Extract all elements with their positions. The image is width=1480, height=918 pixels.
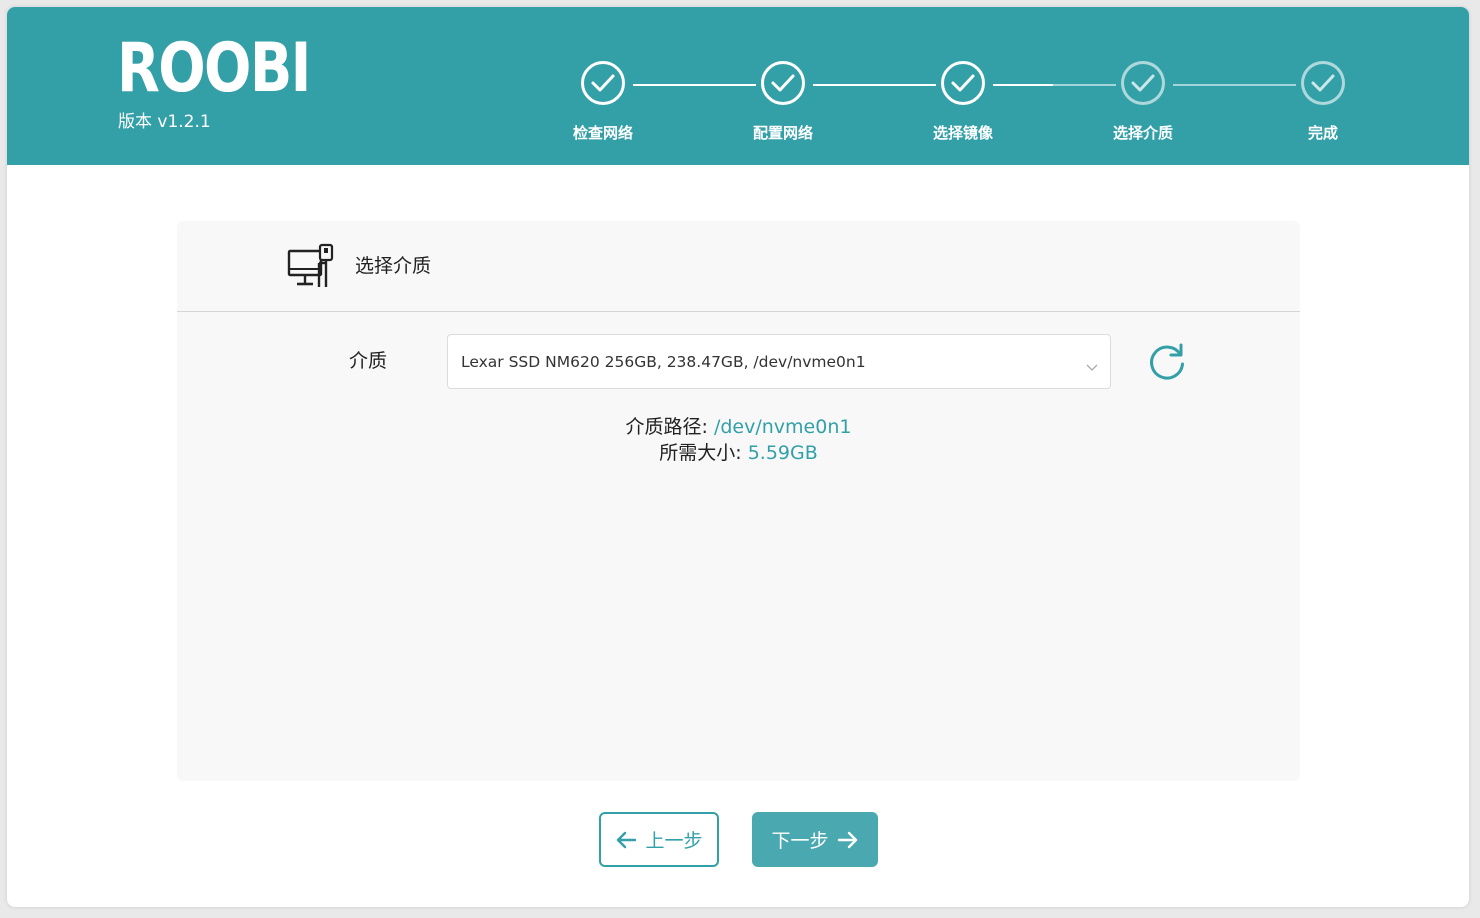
prev-step-label: 上一步: [645, 830, 703, 852]
app-window: ROOBI 版本 v1.2.1 检查网络 配置网络 选择镜像 选择介质 完成 选…: [7, 7, 1469, 907]
arrow-left-icon: [615, 831, 637, 849]
step-label: 检查网络: [572, 124, 633, 142]
required-size-row: 所需大小: 5.59GB: [177, 440, 1300, 466]
step-select-image: 选择镜像: [903, 61, 1023, 143]
step-complete: 完成: [1263, 61, 1383, 143]
media-panel: 选择介质 介质 Lexar SSD NM620 256GB, 238.47GB,…: [177, 221, 1300, 781]
arrow-right-icon: [837, 831, 859, 849]
check-circle-icon: [1121, 61, 1165, 105]
next-step-label: 下一步: [771, 830, 829, 852]
step-label: 选择镜像: [932, 124, 993, 142]
step-select-media: 选择介质: [1083, 61, 1203, 143]
computer-usb-icon: [287, 243, 335, 293]
media-path-label: 介质路径:: [625, 416, 714, 438]
check-circle-icon: [761, 61, 805, 105]
step-label: 配置网络: [752, 124, 813, 142]
media-info: 介质路径: /dev/nvme0n1 所需大小: 5.59GB: [177, 414, 1300, 466]
progress-stepper: 检查网络 配置网络 选择镜像 选择介质 完成: [7, 7, 1469, 165]
next-step-button[interactable]: 下一步: [752, 812, 878, 867]
check-circle-icon: [581, 61, 625, 105]
check-circle-icon: [1301, 61, 1345, 105]
panel-header: 选择介质: [177, 221, 1300, 312]
step-check-network: 检查网络: [543, 61, 663, 143]
required-size-label: 所需大小:: [659, 442, 748, 464]
step-label: 完成: [1307, 124, 1338, 142]
refresh-icon[interactable]: [1147, 342, 1187, 386]
required-size-value: 5.59GB: [747, 442, 818, 464]
media-select-value: Lexar SSD NM620 256GB, 238.47GB, /dev/nv…: [461, 353, 866, 371]
media-field-label: 介质: [349, 350, 388, 372]
step-configure-network: 配置网络: [723, 61, 843, 143]
prev-step-button[interactable]: 上一步: [599, 812, 719, 867]
media-path-value: /dev/nvme0n1: [713, 416, 852, 438]
check-circle-icon: [941, 61, 985, 105]
header-bar: ROOBI 版本 v1.2.1 检查网络 配置网络 选择镜像 选择介质 完成: [7, 7, 1469, 165]
chevron-down-icon: [1086, 357, 1098, 376]
media-path-row: 介质路径: /dev/nvme0n1: [177, 414, 1300, 440]
panel-title: 选择介质: [355, 255, 432, 277]
step-label: 选择介质: [1112, 124, 1173, 142]
media-select[interactable]: Lexar SSD NM620 256GB, 238.47GB, /dev/nv…: [447, 334, 1111, 389]
